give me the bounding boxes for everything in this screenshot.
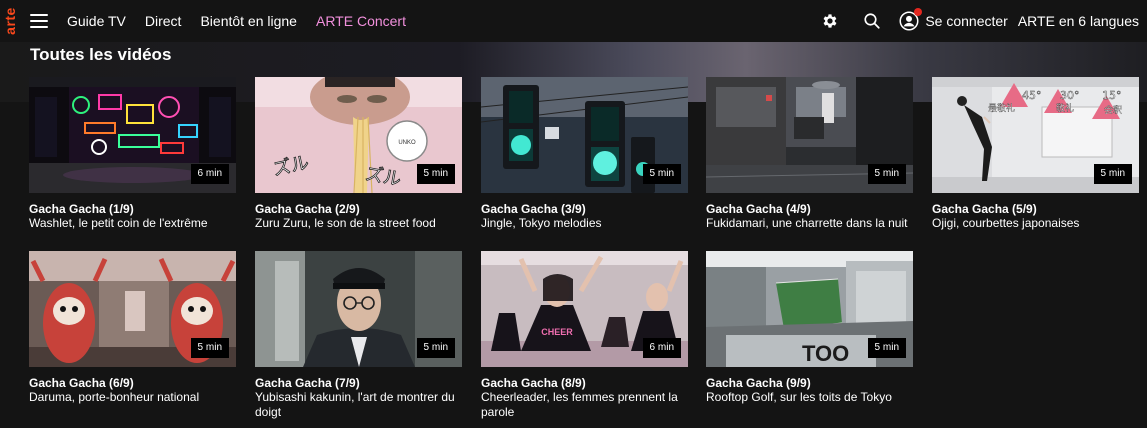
video-title[interactable]: Gacha Gacha (3/9) [481,202,688,216]
video-card[interactable]: 6 min Gacha Gacha (1/9) Washlet, le peti… [29,77,236,231]
video-title[interactable]: Gacha Gacha (4/9) [706,202,913,216]
video-card[interactable]: 5 min Gacha Gacha (4/9) Fukidamari, une … [706,77,913,231]
video-title[interactable]: Gacha Gacha (9/9) [706,376,913,390]
menu-icon[interactable] [30,14,48,28]
video-thumbnail[interactable]: 5 min [481,77,688,193]
video-thumbnail[interactable]: UNKO ズル ズル 5 min [255,77,462,193]
top-bar: arte Guide TV Direct Bientôt en ligne AR… [0,0,1147,42]
video-thumbnail[interactable]: 5 min [255,251,462,367]
video-card[interactable]: TOO 5 min Gacha Gacha (9/9) Rooftop Golf… [706,251,913,405]
rooftop-sign-text: TOO [802,341,849,366]
nav-bientot[interactable]: Bientôt en ligne [200,13,297,29]
notification-dot [914,8,923,16]
duration-badge: 5 min [642,164,681,184]
video-thumbnail[interactable]: 45° 30° 15° 最敬礼 敬礼 会釈 5 min [932,77,1139,193]
duration-badge: 5 min [416,338,455,358]
video-title[interactable]: Gacha Gacha (8/9) [481,376,688,390]
duration-badge: 5 min [416,164,455,184]
video-card[interactable]: 5 min Gacha Gacha (3/9) Jingle, Tokyo me… [481,77,688,231]
languages-link[interactable]: ARTE en 6 langues [1018,13,1139,29]
user-icon[interactable] [899,8,923,31]
header-actions: Se connecter ARTE en 6 langues [821,0,1139,42]
video-card[interactable]: 5 min Gacha Gacha (7/9) Yubisashi kakuni… [255,251,462,420]
angle-label: 15° [1102,89,1122,102]
login-link[interactable]: Se connecter [925,13,1008,29]
video-subtitle[interactable]: Fukidamari, une charrette dans la nuit [706,216,913,231]
video-thumbnail[interactable]: 5 min [706,77,913,193]
bow-label: 敬礼 [1056,102,1074,114]
main-nav: Guide TV Direct Bientôt en ligne ARTE Co… [67,0,425,42]
video-title[interactable]: Gacha Gacha (7/9) [255,376,462,390]
video-thumbnail[interactable]: CHEER 6 min [481,251,688,367]
duration-badge: 6 min [190,164,229,184]
video-title[interactable]: Gacha Gacha (1/9) [29,202,236,216]
gear-icon[interactable] [821,12,839,30]
video-card[interactable]: CHEER 6 min Gacha Gacha (8/9) Cheerleade… [481,251,688,420]
video-subtitle[interactable]: Rooftop Golf, sur les toits de Tokyo [706,390,913,405]
angle-label: 30° [1060,89,1080,102]
section-title: Toutes les vidéos [30,45,172,64]
video-thumbnail[interactable]: 5 min [29,251,236,367]
nav-direct[interactable]: Direct [145,13,182,29]
nav-guide-tv[interactable]: Guide TV [67,13,126,29]
video-thumbnail[interactable]: 6 min [29,77,236,193]
bow-label: 会釈 [1104,104,1122,116]
video-title[interactable]: Gacha Gacha (6/9) [29,376,236,390]
video-card[interactable]: 5 min Gacha Gacha (6/9) Daruma, porte-bo… [29,251,236,405]
svg-text:UNKO: UNKO [398,140,416,146]
duration-badge: 5 min [1093,164,1132,184]
video-title[interactable]: Gacha Gacha (5/9) [932,202,1139,216]
duration-badge: 5 min [190,338,229,358]
video-subtitle[interactable]: Jingle, Tokyo melodies [481,216,688,231]
duration-badge: 5 min [867,338,906,358]
video-title[interactable]: Gacha Gacha (2/9) [255,202,462,216]
angle-label: 45° [1022,89,1042,102]
duration-badge: 5 min [867,164,906,184]
video-subtitle[interactable]: Ojigi, courbettes japonaises [932,216,1139,231]
video-card[interactable]: UNKO ズル ズル 5 min Gacha Gacha (2/9) Zuru … [255,77,462,231]
video-subtitle[interactable]: Yubisashi kakunin, l'art de montrer du d… [255,390,462,420]
shirt-text: CHEER [541,327,573,337]
video-card[interactable]: 45° 30° 15° 最敬礼 敬礼 会釈 5 min Gacha Gacha … [932,77,1139,231]
bow-label: 最敬礼 [988,102,1015,114]
video-thumbnail[interactable]: TOO 5 min [706,251,913,367]
arte-logo[interactable]: arte [2,4,18,38]
duration-badge: 6 min [642,338,681,358]
video-subtitle[interactable]: Cheerleader, les femmes prennent la paro… [481,390,688,420]
video-subtitle[interactable]: Zuru Zuru, le son de la street food [255,216,462,231]
video-subtitle[interactable]: Daruma, porte-bonheur national [29,390,236,405]
nav-arte-concert[interactable]: ARTE Concert [316,13,406,29]
search-icon[interactable] [863,12,881,30]
video-subtitle[interactable]: Washlet, le petit coin de l'extrême [29,216,236,231]
